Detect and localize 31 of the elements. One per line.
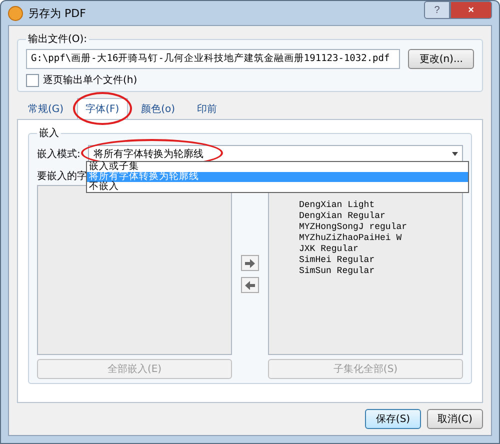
font-item[interactable]: SimSun Regular: [299, 266, 462, 277]
app-icon: [8, 6, 23, 20]
font-item[interactable]: MYZhuZiZhaoPaiHei W: [299, 233, 462, 244]
dialog-button[interactable]: 取消(C): [427, 409, 483, 429]
left-arrow-icon: [245, 280, 255, 290]
font-item[interactable]: MYZHongSongJ regular: [299, 222, 462, 233]
caret-icon: [452, 152, 458, 156]
checkbox-label: 逐页输出单个文件(h): [43, 74, 138, 87]
tab[interactable]: 常规(G): [19, 98, 73, 119]
group-title: 嵌入: [38, 126, 60, 140]
list-label: 要嵌入的字: [37, 170, 87, 181]
font-item[interactable]: DengXian Light: [299, 200, 462, 211]
checkbox[interactable]: [26, 74, 39, 86]
field-label: 嵌入模式:: [37, 148, 80, 161]
path-field[interactable]: G:\ppf\画册-大16开骑马钉-几何企业科技地产建筑金融画册191123-1032.pdf: [26, 49, 400, 69]
font-item[interactable]: JXK Regular: [299, 244, 462, 255]
change-button[interactable]: 更改(n)...: [408, 49, 474, 69]
right-arrow-icon: [245, 258, 255, 268]
move-left-button[interactable]: [241, 277, 259, 293]
dialog-button[interactable]: 保存(S): [365, 409, 421, 429]
move-right-button[interactable]: [241, 255, 259, 271]
group-title: 输出文件(O):: [27, 32, 88, 46]
font-item[interactable]: SimHei Regular: [299, 255, 462, 266]
tab[interactable]: 印前: [188, 98, 226, 119]
tab[interactable]: 颜色(o): [132, 98, 184, 119]
window-title: 另存为 PDF: [28, 6, 86, 20]
font-item[interactable]: DengXian Regular: [299, 211, 462, 222]
close-button[interactable]: ×: [450, 1, 492, 19]
help-button[interactable]: ?: [424, 1, 450, 19]
dropdown-option[interactable]: 嵌入或子集: [87, 162, 468, 172]
tab[interactable]: 字体(F): [76, 98, 128, 119]
